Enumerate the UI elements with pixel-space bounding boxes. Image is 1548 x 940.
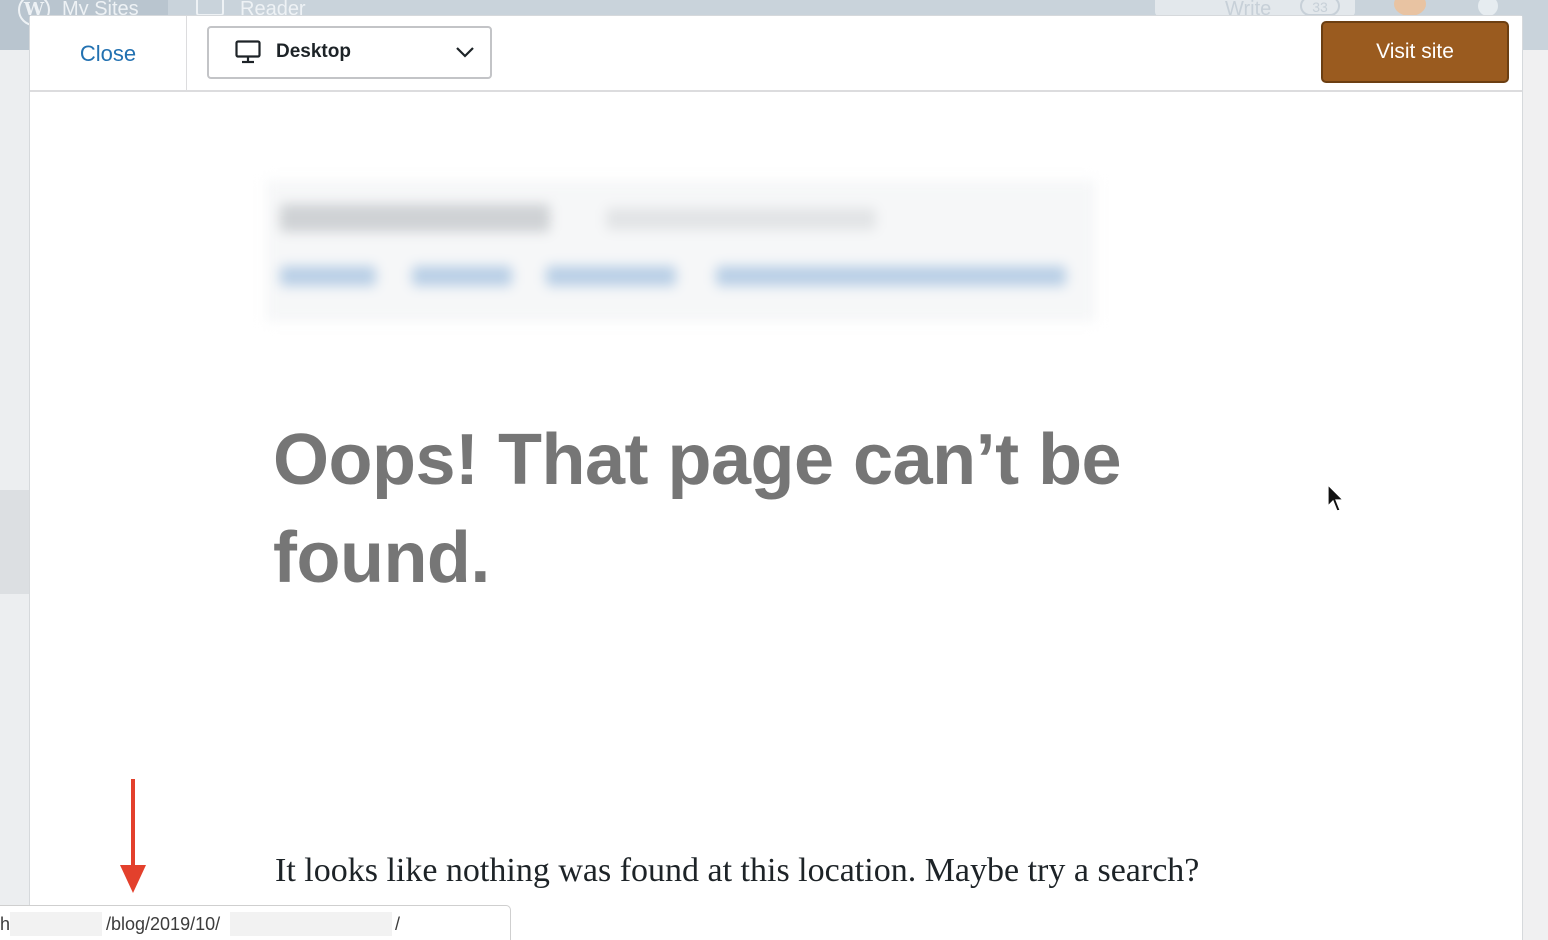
blurred-nav-item[interactable] — [716, 266, 1066, 286]
monitor-icon — [235, 40, 261, 64]
write-button[interactable]: Write 33 — [1155, 0, 1355, 20]
chevron-down-icon — [456, 47, 474, 58]
preview-toolbar: Close Desktop Visit site — [30, 16, 1522, 92]
status-bar-url: h /blog/2019/10/ / — [0, 905, 511, 940]
blurred-nav-item[interactable] — [412, 266, 512, 286]
blurred-nav-item[interactable] — [280, 266, 376, 286]
redacted-slug — [230, 912, 392, 936]
annotation-arrow-head-icon — [120, 865, 146, 893]
notifications-icon[interactable] — [1478, 0, 1498, 16]
device-selector[interactable]: Desktop — [207, 26, 492, 79]
mouse-cursor-icon — [1327, 484, 1345, 512]
url-suffix: / — [395, 914, 401, 934]
write-count-badge: 33 — [1300, 0, 1340, 16]
error-message: It looks like nothing was found at this … — [275, 852, 1200, 889]
sidebar-selected-item[interactable] — [0, 490, 30, 594]
blurred-site-header — [266, 180, 1096, 322]
visit-site-button[interactable]: Visit site — [1321, 21, 1509, 83]
site-preview-modal: Close Desktop Visit site Oops! That page… — [29, 15, 1523, 940]
error-heading: Oops! That page can’t be found. — [273, 420, 1122, 598]
blurred-site-tagline — [606, 208, 876, 230]
blurred-site-title — [280, 204, 550, 232]
redacted-domain — [10, 912, 102, 936]
admin-sidebar — [0, 50, 30, 940]
reader-icon[interactable] — [196, 0, 224, 16]
close-button[interactable]: Close — [30, 16, 187, 90]
annotation-arrow — [131, 779, 135, 869]
device-label: Desktop — [276, 41, 351, 62]
url-path: /blog/2019/10/ — [106, 914, 221, 934]
url-prefix: h — [0, 914, 11, 934]
blurred-nav-item[interactable] — [546, 266, 676, 286]
avatar[interactable] — [1394, 0, 1426, 16]
